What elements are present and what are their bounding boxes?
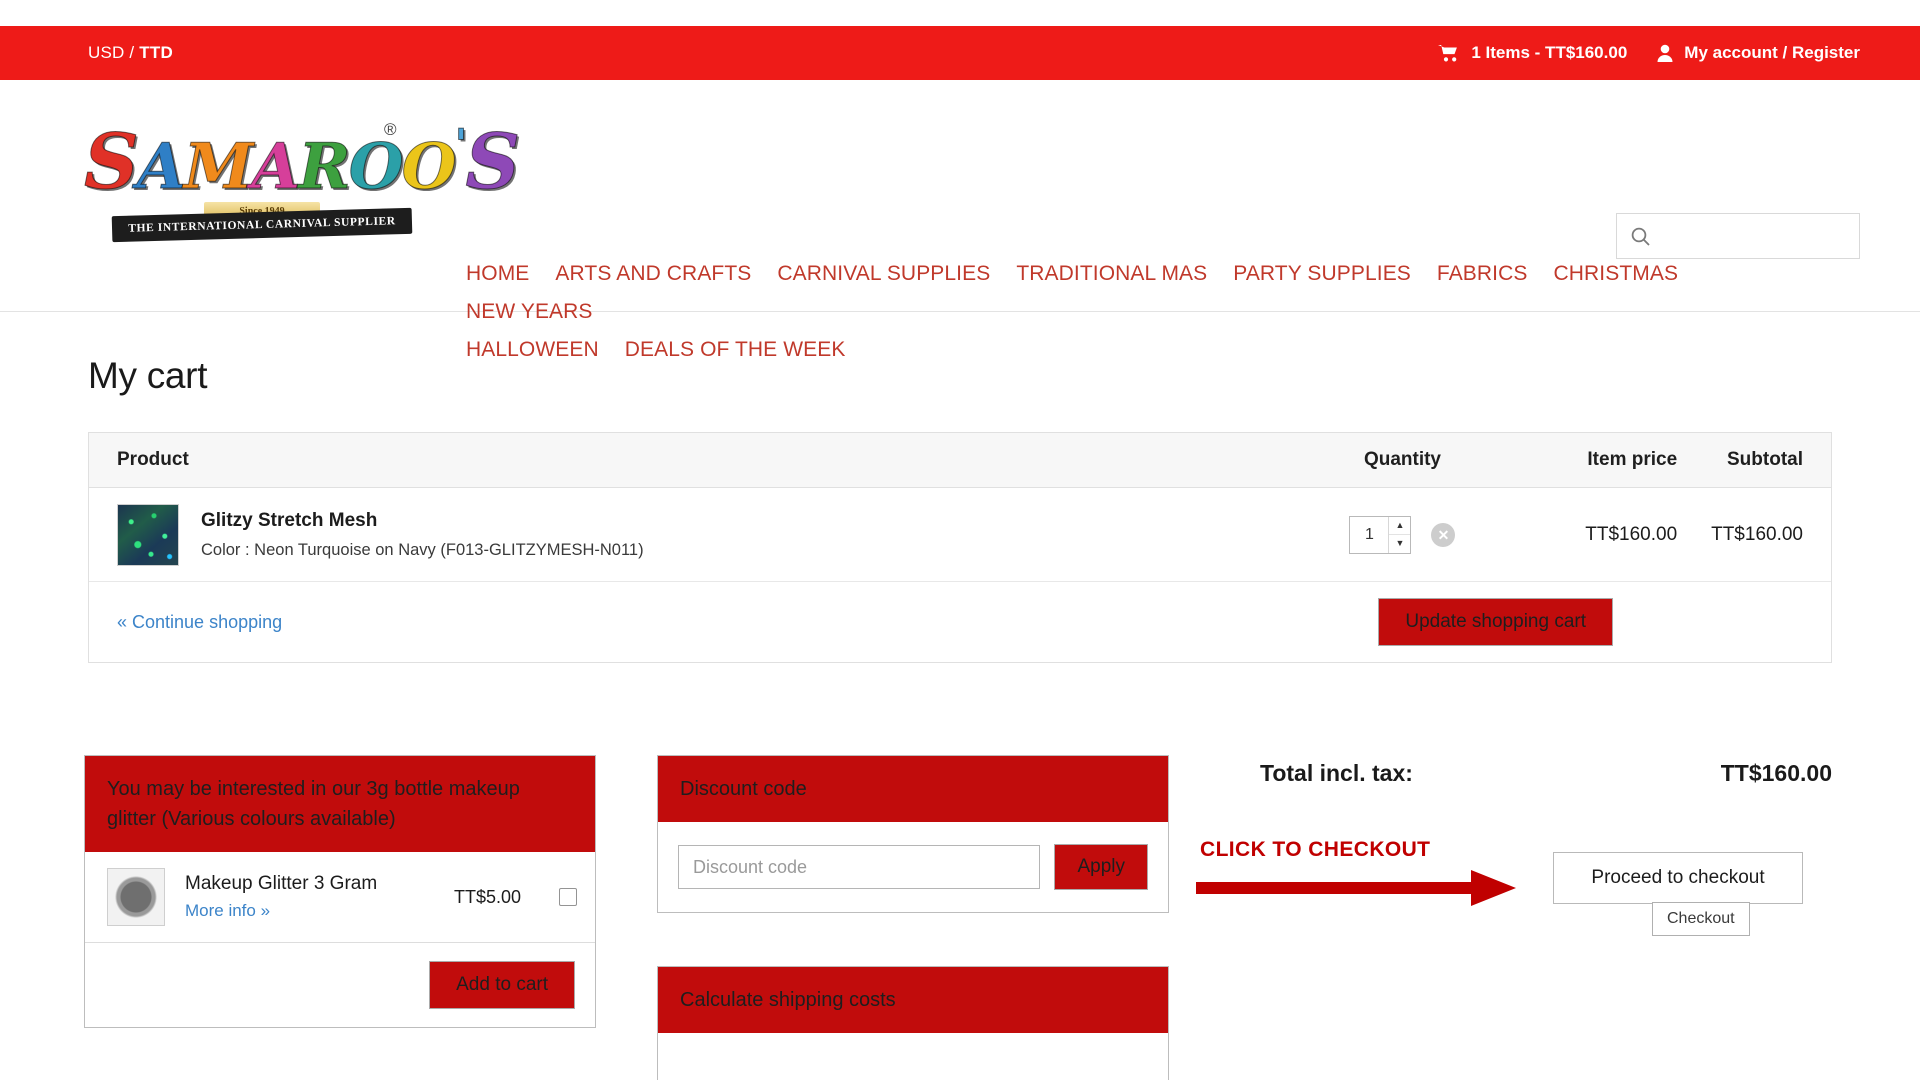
currency-separator: /	[124, 43, 140, 62]
nav-item-carnival-supplies[interactable]: CARNIVAL SUPPLIES	[777, 262, 990, 286]
remove-item-button[interactable]: ✕	[1431, 522, 1456, 547]
nav-item-home[interactable]: HOME	[466, 262, 529, 286]
currency-from[interactable]: USD	[88, 43, 125, 62]
subtotal-cell: TT$160.00	[1711, 523, 1803, 545]
quantity-stepper[interactable]: ▲ ▼	[1349, 515, 1412, 554]
top-bar-right-group: 1 Items - TT$160.00 My account / Registe…	[1438, 26, 1860, 80]
nav-item-christmas[interactable]: CHRISTMAS	[1553, 262, 1678, 286]
product-cell: Glitzy Stretch Mesh Color : Neon Turquoi…	[89, 503, 1288, 566]
nav-item-fabrics[interactable]: FABRICS	[1437, 262, 1528, 286]
search-icon	[1631, 227, 1650, 246]
cart-summary-link[interactable]: 1 Items - TT$160.00	[1438, 43, 1627, 63]
my-account-link[interactable]: My account / Register	[1657, 43, 1860, 63]
product-info: Glitzy Stretch Mesh Color : Neon Turquoi…	[201, 510, 644, 560]
shopping-cart-icon	[1438, 44, 1460, 62]
shipping-body	[658, 1033, 1168, 1080]
order-total-row: Total incl. tax: TT$160.00	[1260, 760, 1832, 787]
discount-heading: Discount code	[658, 756, 1168, 822]
cart-table-header: Product Quantity Item price Subtotal	[89, 433, 1831, 488]
checkout-annotation-label: CLICK TO CHECKOUT	[1200, 838, 1431, 861]
search-box[interactable]	[1616, 213, 1865, 259]
nav-item-traditional-mas[interactable]: TRADITIONAL MAS	[1016, 262, 1207, 286]
cross-sell-body: Makeup Glitter 3 Gram More info » TT$5.0…	[85, 852, 595, 1027]
site-header: SAMAROO'S ® Since 1949 THE INTERNATIONAL…	[0, 80, 1920, 361]
quantity-input[interactable]	[1350, 516, 1389, 553]
discount-panel: Discount code Apply	[657, 755, 1169, 913]
cross-sell-checkbox[interactable]	[559, 888, 577, 906]
checkout-annotation: CLICK TO CHECKOUT	[1196, 838, 1526, 908]
product-thumbnail[interactable]	[117, 503, 179, 566]
my-account-label: My account / Register	[1684, 43, 1860, 62]
column-header-subtotal: Subtotal	[1727, 449, 1803, 470]
discount-body: Apply	[658, 822, 1168, 912]
list-item: Makeup Glitter 3 Gram More info » TT$5.0…	[85, 852, 595, 943]
top-utility-bar: USD / TTD 1 Items - TT$160.00 My account…	[0, 26, 1920, 80]
table-row: Glitzy Stretch Mesh Color : Neon Turquoi…	[89, 488, 1831, 582]
cart-table-footer: « Continue shopping Update shopping cart	[89, 582, 1831, 662]
search-input[interactable]	[1650, 214, 1865, 258]
item-price-cell: TT$160.00	[1585, 523, 1678, 545]
discount-code-input[interactable]	[678, 845, 1041, 889]
shipping-calculator-panel: Calculate shipping costs	[657, 966, 1169, 1080]
currency-to[interactable]: TTD	[139, 43, 173, 62]
continue-shopping-link[interactable]: « Continue shopping	[117, 612, 282, 633]
logo-tagline-ribbon: THE INTERNATIONAL CARNIVAL SUPPLIER	[111, 207, 413, 243]
checkout-tooltip: Checkout	[1652, 902, 1750, 936]
column-header-item-price: Item price	[1587, 449, 1678, 470]
quantity-cell: ▲ ▼ ✕	[1288, 515, 1518, 554]
registered-trademark-icon: ®	[384, 120, 397, 139]
nav-item-halloween[interactable]: HALLOWEEN	[466, 338, 599, 362]
site-logo[interactable]: SAMAROO'S ® Since 1949 THE INTERNATIONAL…	[84, 117, 521, 243]
cross-sell-thumbnail[interactable]	[107, 868, 165, 926]
cross-sell-product-name: Makeup Glitter 3 Gram	[185, 873, 378, 894]
column-header-product: Product	[117, 449, 189, 470]
nav-row-secondary: HALLOWEEN DEALS OF THE WEEK	[466, 338, 1826, 376]
product-attribute: Color : Neon Turquoise on Navy (F013-GLI…	[201, 540, 644, 559]
shipping-heading: Calculate shipping costs	[658, 967, 1168, 1033]
annotation-arrow-icon	[1196, 870, 1516, 906]
main-navigation: HOME ARTS AND CRAFTS CARNIVAL SUPPLIES T…	[466, 262, 1826, 376]
cart-summary-label: 1 Items - TT$160.00	[1471, 43, 1628, 62]
quantity-increase-icon[interactable]: ▲	[1389, 517, 1411, 535]
proceed-to-checkout-button[interactable]: Proceed to checkout	[1553, 852, 1803, 904]
cross-sell-price: TT$5.00	[453, 886, 521, 907]
cross-sell-heading: You may be interested in our 3g bottle m…	[85, 756, 595, 852]
quantity-decrease-icon[interactable]: ▼	[1389, 535, 1410, 553]
nav-row: HOME ARTS AND CRAFTS CARNIVAL SUPPLIES T…	[466, 262, 1826, 338]
add-to-cart-button[interactable]: Add to cart	[429, 961, 575, 1009]
apply-discount-button[interactable]: Apply	[1054, 844, 1148, 890]
nav-item-deals-of-the-week[interactable]: DEALS OF THE WEEK	[625, 338, 846, 362]
nav-item-arts-and-crafts[interactable]: ARTS AND CRAFTS	[555, 262, 751, 286]
cross-sell-info: Makeup Glitter 3 Gram More info »	[185, 873, 434, 921]
quantity-arrows[interactable]: ▲ ▼	[1388, 516, 1411, 553]
column-header-quantity: Quantity	[1363, 449, 1441, 470]
more-info-link[interactable]: More info »	[185, 901, 434, 921]
update-shopping-cart-button[interactable]: Update shopping cart	[1378, 598, 1613, 646]
nav-item-new-years[interactable]: NEW YEARS	[466, 300, 593, 324]
currency-switcher[interactable]: USD / TTD	[88, 43, 173, 63]
cross-sell-actions: Add to cart	[85, 943, 595, 1027]
nav-item-party-supplies[interactable]: PARTY SUPPLIES	[1233, 262, 1411, 286]
total-value: TT$160.00	[1720, 760, 1832, 786]
cart-table: Product Quantity Item price Subtotal Gli…	[88, 432, 1832, 663]
total-label: Total incl. tax:	[1260, 760, 1413, 786]
product-name[interactable]: Glitzy Stretch Mesh	[201, 510, 644, 532]
page-title: My cart	[88, 355, 208, 396]
logo-wordmark: SAMAROO'S	[84, 117, 521, 206]
cross-sell-panel: You may be interested in our 3g bottle m…	[84, 755, 596, 1028]
user-icon	[1657, 44, 1673, 62]
